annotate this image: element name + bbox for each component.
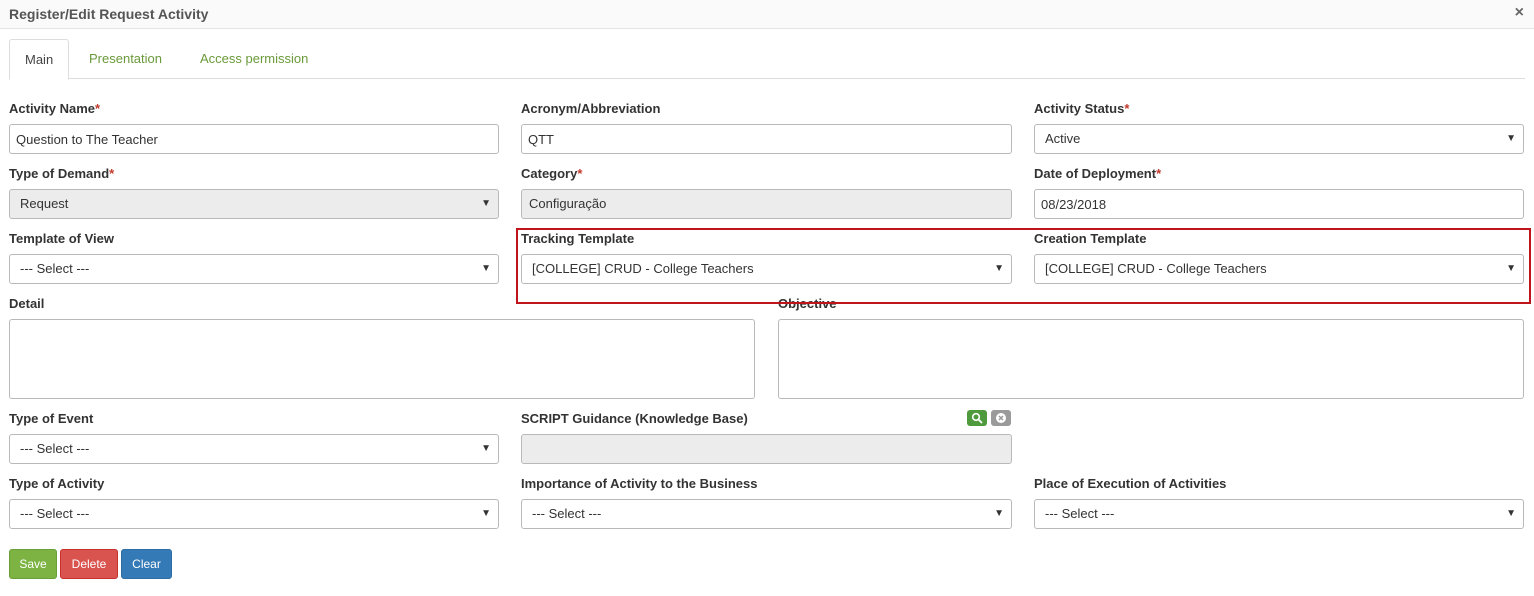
clear-icon[interactable]: [991, 410, 1011, 426]
clear-button[interactable]: Clear: [121, 549, 172, 579]
type-of-demand-select: Request ▼: [9, 189, 499, 219]
creation-template-value: [COLLEGE] CRUD - College Teachers: [1045, 261, 1267, 276]
script-guidance-label: SCRIPT Guidance (Knowledge Base): [521, 411, 748, 426]
tab-access-permission[interactable]: Access permission: [185, 39, 323, 79]
activity-status-select[interactable]: Active ▼: [1034, 124, 1524, 154]
detail-textarea[interactable]: [9, 319, 755, 399]
type-of-event-label: Type of Event: [9, 411, 94, 426]
save-button[interactable]: Save: [9, 549, 57, 579]
close-icon[interactable]: ×: [1515, 5, 1524, 21]
tab-bar: Main Presentation Access permission: [9, 39, 1525, 80]
chevron-down-icon: ▼: [1506, 263, 1516, 274]
type-of-event-select[interactable]: --- Select --- ▼: [9, 434, 499, 464]
script-guidance-field: [521, 434, 1012, 464]
activity-status-value: Active: [1045, 131, 1081, 146]
chevron-down-icon: ▼: [481, 263, 491, 274]
chevron-down-icon: ▼: [1506, 508, 1516, 519]
type-of-activity-value: --- Select ---: [20, 506, 90, 521]
tracking-template-label: Tracking Template: [521, 231, 635, 246]
acronym-label: Acronym/Abbreviation: [521, 101, 661, 116]
objective-textarea[interactable]: [778, 319, 1524, 399]
chevron-down-icon: ▼: [1506, 133, 1516, 144]
acronym-input[interactable]: [521, 124, 1012, 154]
search-icon[interactable]: [967, 410, 987, 426]
creation-template-select[interactable]: [COLLEGE] CRUD - College Teachers ▼: [1034, 254, 1524, 284]
place-of-execution-value: --- Select ---: [1045, 506, 1115, 521]
category-label: Category*: [521, 166, 583, 181]
tab-presentation[interactable]: Presentation: [74, 39, 177, 79]
detail-label: Detail: [9, 296, 45, 311]
importance-select[interactable]: --- Select --- ▼: [521, 499, 1012, 529]
type-of-event-value: --- Select ---: [20, 441, 90, 456]
type-of-activity-label: Type of Activity: [9, 476, 105, 491]
activity-name-input[interactable]: [9, 124, 499, 154]
date-of-deployment-input[interactable]: [1034, 189, 1524, 219]
tab-main[interactable]: Main: [9, 39, 70, 80]
template-of-view-label: Template of View: [9, 231, 114, 246]
template-of-view-value: --- Select ---: [20, 261, 90, 276]
chevron-down-icon: ▼: [481, 508, 491, 519]
type-of-activity-select[interactable]: --- Select --- ▼: [9, 499, 499, 529]
type-of-demand-label: Type of Demand*: [9, 166, 115, 181]
chevron-down-icon: ▼: [994, 508, 1004, 519]
chevron-down-icon: ▼: [994, 263, 1004, 274]
importance-value: --- Select ---: [532, 506, 602, 521]
activity-status-label: Activity Status*: [1034, 101, 1130, 116]
tracking-template-select[interactable]: [COLLEGE] CRUD - College Teachers ▼: [521, 254, 1012, 284]
creation-template-label: Creation Template: [1034, 231, 1147, 246]
place-of-execution-select[interactable]: --- Select --- ▼: [1034, 499, 1524, 529]
date-of-deployment-label: Date of Deployment*: [1034, 166, 1162, 181]
dialog-header: Register/Edit Request Activity ×: [0, 0, 1534, 29]
objective-label: Objective: [778, 296, 837, 311]
template-of-view-select[interactable]: --- Select --- ▼: [9, 254, 499, 284]
category-value: Configuração: [529, 196, 607, 211]
activity-name-label: Activity Name*: [9, 101, 101, 116]
delete-button[interactable]: Delete: [60, 549, 118, 579]
category-field: Configuração: [521, 189, 1012, 219]
chevron-down-icon: ▼: [481, 198, 491, 209]
dialog-title: Register/Edit Request Activity: [9, 6, 209, 22]
tracking-template-value: [COLLEGE] CRUD - College Teachers: [532, 261, 754, 276]
chevron-down-icon: ▼: [481, 443, 491, 454]
type-of-demand-value: Request: [20, 196, 69, 211]
place-of-execution-label: Place of Execution of Activities: [1034, 476, 1227, 491]
importance-label: Importance of Activity to the Business: [521, 476, 758, 491]
